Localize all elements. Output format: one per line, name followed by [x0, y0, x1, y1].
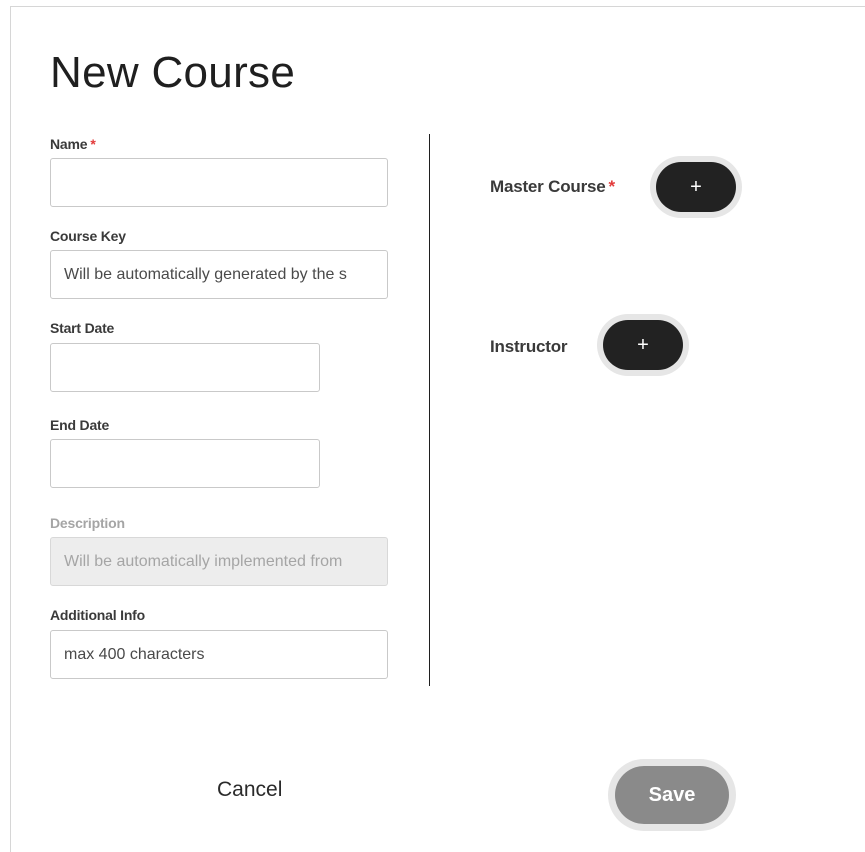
name-input[interactable] — [50, 158, 388, 207]
save-button-ring: Save — [608, 759, 736, 831]
additional-info-label: Additional Info — [50, 607, 145, 623]
name-label-text: Name — [50, 136, 88, 152]
new-course-dialog: New Course Name* Course Key Start Date E… — [10, 6, 865, 852]
additional-info-input[interactable] — [50, 630, 388, 679]
course-key-input[interactable] — [50, 250, 388, 299]
end-date-label: End Date — [50, 417, 110, 433]
description-label: Description — [50, 515, 125, 531]
start-date-input[interactable] — [50, 343, 320, 392]
master-course-label: Master Course * — [490, 177, 615, 197]
course-key-label: Course Key — [50, 228, 126, 244]
cancel-button[interactable]: Cancel — [217, 778, 282, 802]
instructor-add-button-ring: + — [597, 314, 689, 376]
master-course-add-button-ring: + — [650, 156, 742, 218]
save-button[interactable]: Save — [615, 766, 729, 824]
column-divider — [429, 134, 430, 686]
name-required-mark: * — [90, 136, 96, 152]
instructor-label: Instructor — [490, 337, 568, 356]
master-course-add-button[interactable]: + — [656, 162, 736, 212]
name-label: Name * — [50, 136, 96, 152]
start-date-label: Start Date — [50, 320, 115, 336]
end-date-input[interactable] — [50, 439, 320, 488]
page-title: New Course — [50, 48, 296, 97]
master-course-required-mark: * — [608, 177, 616, 196]
master-course-label-text: Master Course — [490, 177, 606, 196]
instructor-add-button[interactable]: + — [603, 320, 683, 370]
description-input — [50, 537, 388, 586]
